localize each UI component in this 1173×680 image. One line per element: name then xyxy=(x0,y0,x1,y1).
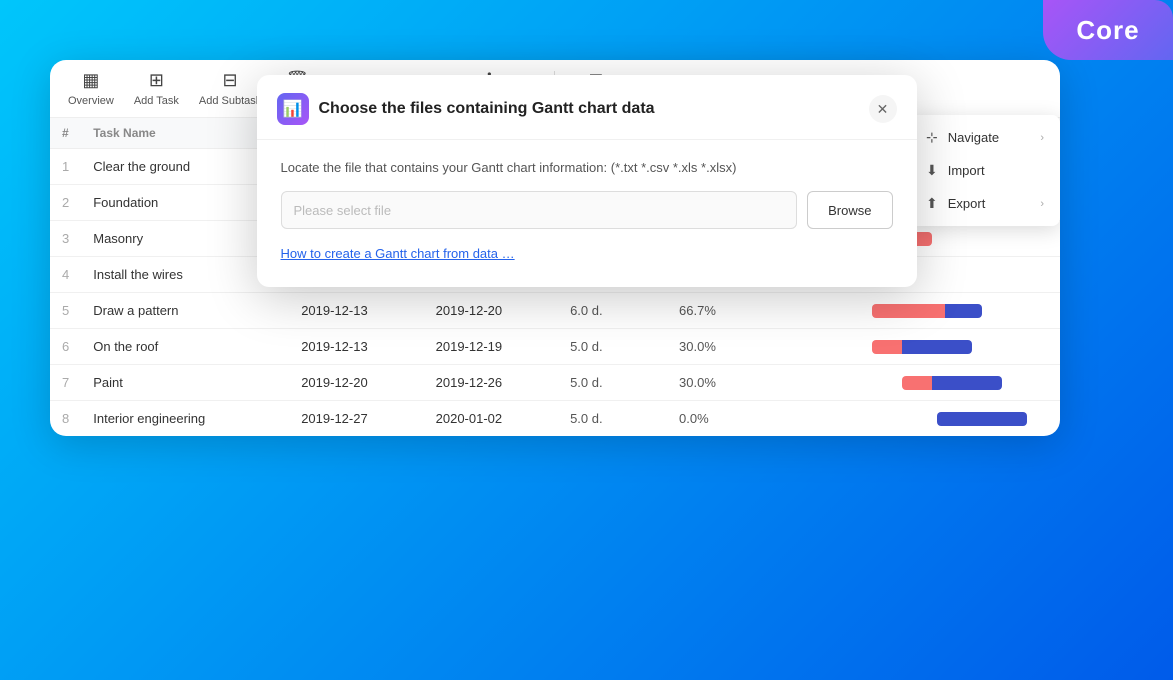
dialog-title: Choose the files containing Gantt chart … xyxy=(319,100,655,118)
file-input-row: Please select file Browse xyxy=(281,191,893,229)
dialog-header: 📊 Choose the files containing Gantt char… xyxy=(257,75,917,140)
dialog-description: Locate the file that contains your Gantt… xyxy=(281,160,893,175)
dialog-body: Locate the file that contains your Gantt… xyxy=(257,140,917,287)
browse-button[interactable]: Browse xyxy=(807,191,892,229)
dialog-overlay: 📊 Choose the files containing Gantt char… xyxy=(0,0,1173,680)
file-chooser-dialog: 📊 Choose the files containing Gantt char… xyxy=(257,75,917,287)
file-path-input[interactable]: Please select file xyxy=(281,191,798,229)
dialog-header-icon: 📊 xyxy=(277,93,309,125)
file-placeholder: Please select file xyxy=(294,203,392,218)
dialog-close-button[interactable]: ✕ xyxy=(869,95,897,123)
gantt-icon: 📊 xyxy=(283,99,303,119)
help-link[interactable]: How to create a Gantt chart from data … xyxy=(281,246,515,261)
